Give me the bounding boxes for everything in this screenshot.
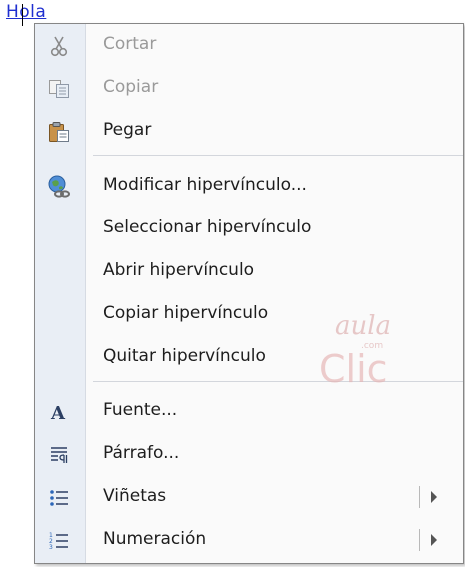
menu-item-label: Párrafo... <box>103 443 180 463</box>
text-cursor <box>22 4 23 26</box>
document-hyperlink[interactable]: Hola <box>6 2 46 22</box>
edit-hyperlink-icon <box>47 175 71 199</box>
menu-item-label: Numeración <box>103 529 207 549</box>
menu-item-remove-hyperlink[interactable]: Quitar hipervínculo <box>35 336 463 379</box>
svg-text:3: 3 <box>49 544 53 551</box>
context-menu: Cortar Copiar Pegar Modificar hipervíncu… <box>34 23 464 564</box>
menu-item-edit-hyperlink[interactable]: Modificar hipervínculo... <box>35 165 463 208</box>
font-icon: A <box>47 400 71 424</box>
menu-item-label: Copiar hipervínculo <box>103 303 269 323</box>
menu-item-paragraph[interactable]: Párrafo... <box>35 433 463 476</box>
copy-icon <box>47 77 71 101</box>
menu-item-label: Viñetas <box>103 486 167 506</box>
numbering-icon: 1 2 3 <box>47 529 71 553</box>
menu-item-numbering[interactable]: 1 2 3 Numeración <box>35 519 463 562</box>
menu-item-label: Modificar hipervínculo... <box>103 175 307 195</box>
menu-item-font[interactable]: A Fuente... <box>35 390 463 433</box>
menu-item-select-hyperlink[interactable]: Seleccionar hipervínculo <box>35 207 463 250</box>
menu-item-cut[interactable]: Cortar <box>35 24 463 67</box>
paragraph-icon <box>47 443 71 467</box>
menu-item-label: Cortar <box>103 34 157 54</box>
scissors-icon <box>47 34 71 58</box>
menu-separator <box>93 155 463 156</box>
menu-item-label: Copiar <box>103 77 159 97</box>
submenu-divider <box>419 486 420 508</box>
menu-item-label: Seleccionar hipervínculo <box>103 217 312 237</box>
menu-item-copy[interactable]: Copiar <box>35 67 463 110</box>
svg-text:A: A <box>50 403 66 422</box>
menu-item-label: Fuente... <box>103 400 178 420</box>
menu-separator <box>93 381 463 382</box>
menu-item-paste[interactable]: Pegar <box>35 110 463 153</box>
paste-icon <box>47 120 71 144</box>
menu-item-bullets[interactable]: Viñetas <box>35 476 463 519</box>
menu-item-label: Quitar hipervínculo <box>103 346 266 366</box>
submenu-arrow-icon[interactable] <box>431 534 437 546</box>
bullets-icon <box>47 486 71 510</box>
submenu-arrow-icon[interactable] <box>431 491 437 503</box>
menu-item-copy-hyperlink[interactable]: Copiar hipervínculo <box>35 293 463 336</box>
menu-item-label: Abrir hipervínculo <box>103 260 255 280</box>
submenu-divider <box>419 529 420 551</box>
menu-item-label: Pegar <box>103 120 152 140</box>
menu-item-open-hyperlink[interactable]: Abrir hipervínculo <box>35 250 463 293</box>
